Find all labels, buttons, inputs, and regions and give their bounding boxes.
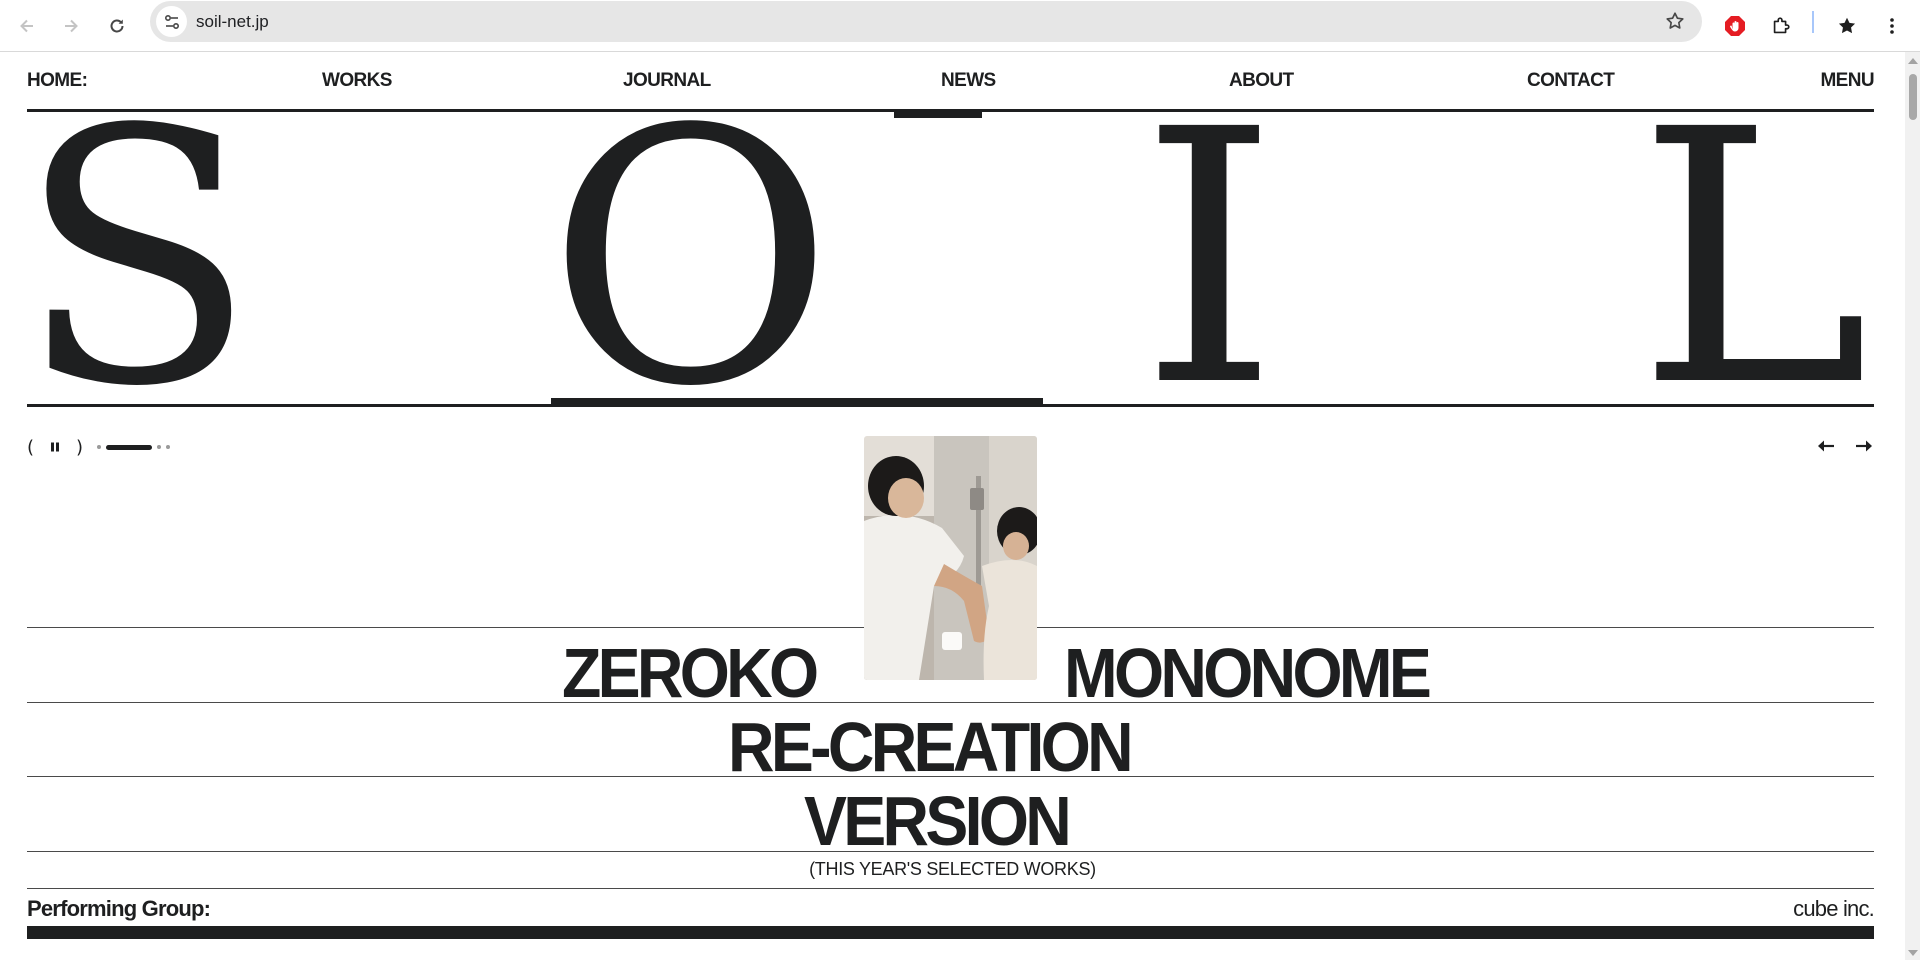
url-text[interactable]: soil-net.jp xyxy=(196,12,269,32)
scroll-up-arrow[interactable] xyxy=(1908,58,1918,64)
slide-dot-2[interactable] xyxy=(106,444,153,450)
slider-pagination xyxy=(97,444,171,450)
logo-letter-i: I xyxy=(1140,55,1279,463)
title-mononome[interactable]: MONONOME xyxy=(1064,638,1432,708)
adblock-icon xyxy=(1725,16,1745,36)
logo-letter-s: S xyxy=(17,55,257,463)
close-paren: ) xyxy=(76,436,84,458)
logo-letter-o: O xyxy=(547,55,834,463)
slide-dot-3[interactable] xyxy=(157,445,162,449)
page: HOME: WORKS JOURNAL NEWS ABOUT CONTACT M… xyxy=(0,52,1905,960)
pause-icon xyxy=(51,442,60,452)
bookmark-button[interactable] xyxy=(1664,10,1686,37)
forward-button[interactable] xyxy=(53,8,89,44)
bookmarks-button[interactable] xyxy=(1829,8,1865,44)
nav-contact[interactable]: CONTACT xyxy=(1527,70,1615,92)
reload-button[interactable] xyxy=(99,8,135,44)
works-caption: (THIS YEAR'S SELECTED WORKS) xyxy=(809,859,1096,879)
prev-slide-button[interactable] xyxy=(1816,436,1836,456)
arrow-left-icon xyxy=(20,19,33,33)
logo-active-indicator xyxy=(551,398,1043,407)
arrow-left-icon xyxy=(1818,440,1834,452)
adblock-extension-button[interactable] xyxy=(1717,8,1753,44)
toolbar-separator xyxy=(1812,11,1814,33)
featured-work-photo[interactable] xyxy=(864,436,1037,680)
logo-letter-l: L xyxy=(1637,55,1870,463)
scroll-thumb[interactable] xyxy=(1909,74,1917,120)
open-paren: ( xyxy=(27,436,35,458)
chrome-menu-button[interactable] xyxy=(1874,8,1910,44)
page-scrollbar[interactable] xyxy=(1905,52,1920,960)
section-bar xyxy=(27,926,1874,939)
address-bar[interactable]: soil-net.jp xyxy=(150,1,1702,42)
reload-icon xyxy=(110,19,124,33)
performing-group-value: cube inc. xyxy=(1793,896,1875,921)
slider-controls: ( ) xyxy=(27,435,171,459)
puzzle-icon xyxy=(1773,17,1790,34)
performing-group-label: Performing Group: xyxy=(27,896,211,921)
back-button[interactable] xyxy=(9,8,45,44)
pause-button[interactable] xyxy=(42,435,68,459)
title-version[interactable]: VERSION xyxy=(804,786,1072,856)
site-info-button[interactable] xyxy=(156,6,187,37)
arrow-right-icon xyxy=(65,19,78,33)
title-re-creation[interactable]: RE-CREATION xyxy=(728,712,1134,782)
bookmarks-star-icon xyxy=(1838,17,1856,34)
title-zeroko[interactable]: ZEROKO xyxy=(562,638,819,708)
slide-dot-4[interactable] xyxy=(166,445,171,449)
extensions-button[interactable] xyxy=(1763,8,1799,44)
arrow-right-icon xyxy=(1856,440,1872,452)
star-outline-icon xyxy=(1666,12,1684,29)
title-rule-2 xyxy=(27,702,1874,703)
slide-dot-1[interactable] xyxy=(97,445,102,449)
scroll-down-arrow[interactable] xyxy=(1908,950,1918,956)
main-nav: HOME: WORKS JOURNAL NEWS ABOUT CONTACT M… xyxy=(27,66,1875,96)
nav-works[interactable]: WORKS xyxy=(322,70,392,92)
nav-news[interactable]: NEWS xyxy=(941,70,996,92)
next-slide-button[interactable] xyxy=(1854,436,1874,456)
browser-toolbar: soil-net.jp xyxy=(0,0,1920,52)
kebab-menu-icon xyxy=(1890,18,1894,34)
nav-active-indicator xyxy=(894,109,982,118)
performers-photo xyxy=(864,436,1037,680)
tune-icon xyxy=(164,14,179,29)
meta-rule xyxy=(27,888,1874,889)
slider-arrows xyxy=(1816,436,1874,456)
